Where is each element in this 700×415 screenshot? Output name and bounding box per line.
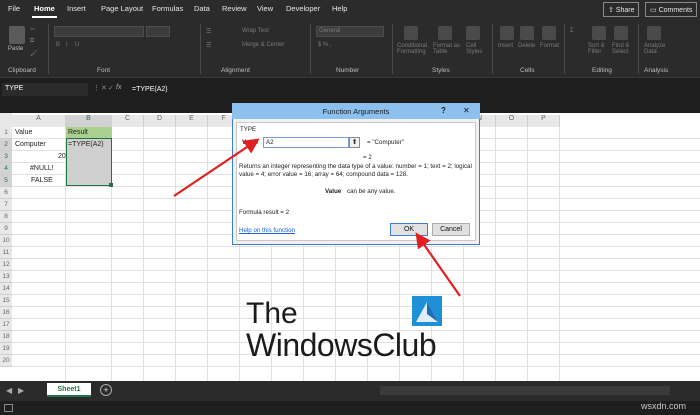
- site-watermark: wsxdn.com: [641, 401, 687, 411]
- watermark-the: The: [246, 297, 298, 330]
- sheet-tab-sheet1[interactable]: Sheet1: [47, 383, 91, 397]
- add-sheet-icon[interactable]: +: [100, 384, 112, 396]
- watermark-brand: WindowsClub: [246, 327, 437, 363]
- macro-record-icon[interactable]: [4, 404, 13, 412]
- arrow-to-value-field: [173, 138, 260, 197]
- status-bar: [0, 401, 700, 415]
- horizontal-scrollbar[interactable]: [380, 386, 670, 395]
- scroll-left-icon[interactable]: ◀: [6, 386, 12, 395]
- scroll-right-icon[interactable]: ▶: [18, 386, 24, 395]
- sheet-tabs-bar: ◀ ▶ +: [0, 381, 700, 401]
- arrow-to-ok-button: [415, 232, 461, 297]
- watermark-logo: [412, 296, 442, 326]
